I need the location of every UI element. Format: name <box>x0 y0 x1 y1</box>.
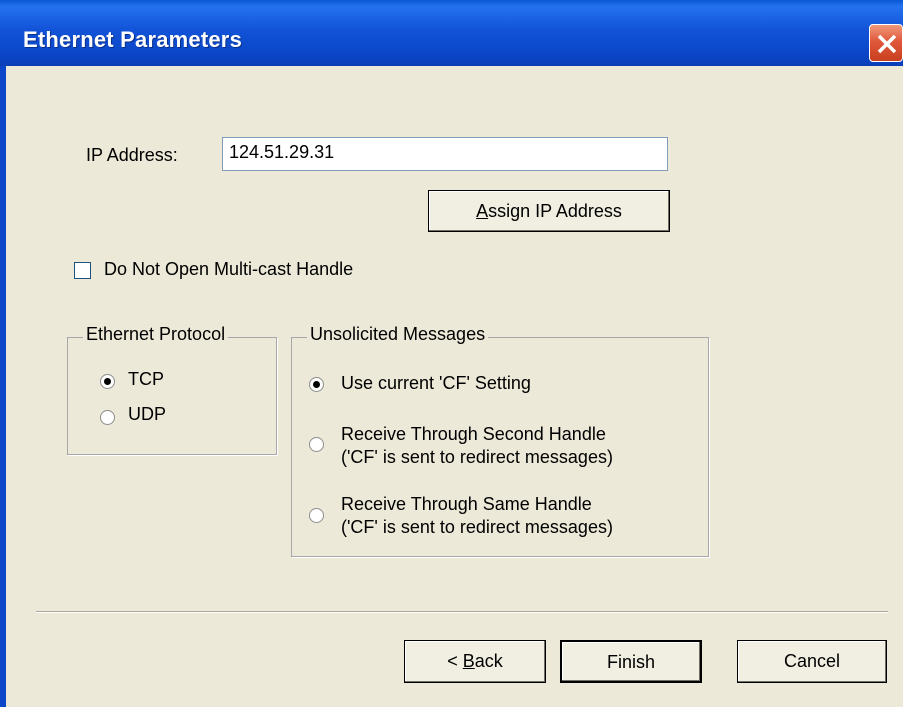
cancel-button[interactable]: Cancel <box>737 640 887 683</box>
back-prefix: < <box>447 651 463 671</box>
ip-address-label: IP Address: <box>86 145 178 165</box>
assign-ip-accel: A <box>476 201 489 221</box>
use-current-cf-label: Use current 'CF' Setting <box>341 373 531 393</box>
finish-label: Finish <box>606 652 655 672</box>
radio-selected-dot <box>104 378 111 385</box>
close-button[interactable] <box>869 24 903 62</box>
multicast-label: Do Not Open Multi-cast Handle <box>104 259 354 279</box>
same-handle-label: Receive Through Same Handle <box>341 494 592 514</box>
second-handle-note: ('CF' is sent to redirect messages) <box>341 447 613 467</box>
second-handle-radio[interactable] <box>309 437 324 452</box>
assign-ip-button[interactable]: Assign IP Address <box>428 190 670 232</box>
second-handle-label: Receive Through Second Handle <box>341 424 606 444</box>
same-handle-note: ('CF' is sent to redirect messages) <box>341 517 613 537</box>
ip-address-input[interactable]: 124.51.29.31 <box>222 137 668 171</box>
multicast-checkbox[interactable] <box>74 262 91 279</box>
title-bar[interactable]: Ethernet Parameters <box>0 0 903 66</box>
ethernet-protocol-group <box>67 337 277 455</box>
udp-label: UDP <box>128 404 167 424</box>
tcp-radio[interactable] <box>100 374 115 389</box>
tcp-label: TCP <box>128 369 164 389</box>
cancel-label: Cancel <box>783 651 841 671</box>
ethernet-protocol-title: Ethernet Protocol <box>83 324 229 345</box>
unsolicited-messages-title: Unsolicited Messages <box>307 324 489 345</box>
back-label: ack <box>474 651 503 671</box>
assign-ip-label: ssign IP Address <box>488 201 622 221</box>
back-button[interactable]: < Back <box>404 640 546 683</box>
udp-radio[interactable] <box>100 410 115 425</box>
use-current-cf-radio[interactable] <box>309 377 324 392</box>
radio-selected-dot <box>313 381 320 388</box>
separator <box>36 611 888 613</box>
finish-button[interactable]: Finish <box>560 640 702 683</box>
same-handle-radio[interactable] <box>309 508 324 523</box>
back-accel: B <box>462 651 475 671</box>
close-icon <box>877 34 897 54</box>
window-title: Ethernet Parameters <box>23 27 243 52</box>
